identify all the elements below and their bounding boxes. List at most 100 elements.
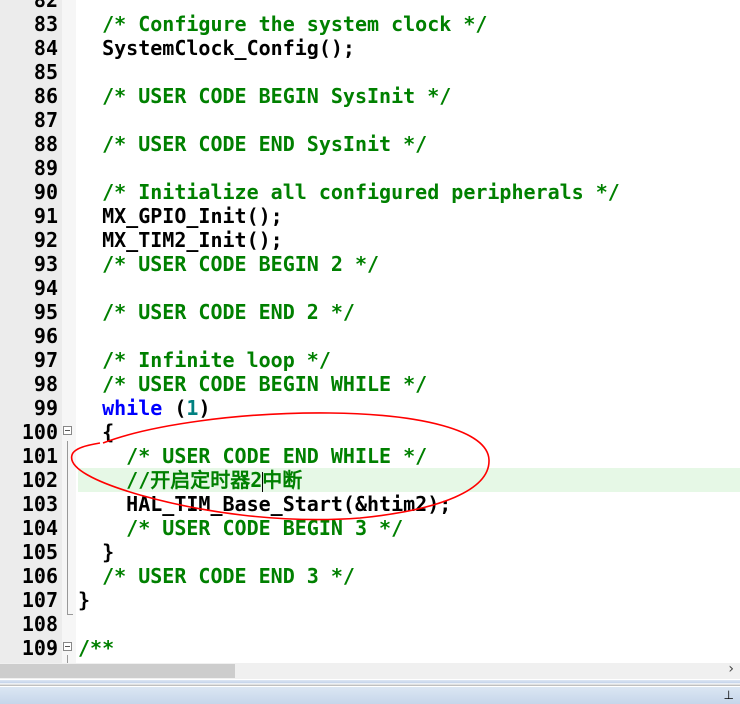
code-text: ​ /* Initialize all configured periphera…	[78, 180, 740, 204]
code-line[interactable]: 84 ​ SystemClock_Config();	[0, 36, 740, 60]
line-number: 104	[21, 516, 58, 540]
code-line[interactable]: 109 ​/**	[0, 636, 740, 660]
line-number: 103	[21, 492, 58, 516]
fold-guide	[67, 441, 68, 607]
line-number: 93	[33, 252, 58, 276]
line-number: 84	[33, 36, 58, 60]
code-text: ​	[78, 612, 740, 636]
code-editor[interactable]: 82​83​ /* Configure the system clock */8…	[0, 0, 740, 663]
line-number: 89	[33, 156, 58, 180]
code-line[interactable]: 108 ​	[0, 612, 740, 636]
line-number: 109	[21, 636, 58, 660]
code-line[interactable]: 88 ​ /* USER CODE END SysInit */	[0, 132, 740, 156]
fold-guide-corner	[67, 614, 73, 615]
token-comment: /* USER CODE END WHILE */	[78, 444, 428, 468]
token-plain: }	[78, 588, 91, 612]
token-plain: {	[78, 420, 115, 444]
code-text: ​ SystemClock_Config();	[78, 36, 740, 60]
line-number: 83	[33, 12, 58, 36]
scrollbar-thumb[interactable]	[0, 664, 235, 678]
bottom-panel-header: ⊥	[0, 687, 740, 704]
code-text: ​ {	[78, 420, 740, 444]
line-number: 98	[33, 372, 58, 396]
code-line[interactable]: 95 ​ /* USER CODE END 2 */	[0, 300, 740, 324]
fold-collapse-icon[interactable]	[63, 642, 72, 651]
token-plain: HAL_TIM_Base_Start(&htim2);	[78, 492, 452, 516]
code-text: ​	[78, 60, 740, 84]
code-line[interactable]: 99 ​ while (1)	[0, 396, 740, 420]
code-line[interactable]: 91 ​ MX_GPIO_Init();	[0, 204, 740, 228]
line-number: 91	[33, 204, 58, 228]
code-line[interactable]: 105 ​ }	[0, 540, 740, 564]
token-comment: /* USER CODE END 2 */	[78, 300, 355, 324]
line-number: 82	[33, 0, 58, 12]
token-comment: /* USER CODE BEGIN WHILE */	[78, 372, 428, 396]
horizontal-scrollbar[interactable]: ›	[0, 661, 740, 679]
code-line[interactable]: 97 ​ /* Infinite loop */	[0, 348, 740, 372]
token-comment: /* USER CODE BEGIN SysInit */	[78, 84, 452, 108]
token-number: 1	[186, 396, 199, 420]
code-text: ​ /* USER CODE BEGIN WHILE */	[78, 372, 740, 396]
token-comment: /* USER CODE BEGIN 3 */	[78, 516, 404, 540]
panel-splitter[interactable]	[0, 680, 740, 686]
line-number: 85	[33, 60, 58, 84]
code-text: ​	[78, 324, 740, 348]
code-text: ​ /* USER CODE BEGIN 3 */	[78, 516, 740, 540]
line-number: 102	[21, 468, 58, 492]
line-number: 92	[33, 228, 58, 252]
code-line[interactable]: 90 ​ /* Initialize all configured periphe…	[0, 180, 740, 204]
code-line[interactable]: 85 ​	[0, 60, 740, 84]
fold-guide	[67, 655, 68, 663]
code-line[interactable]: 107 ​}	[0, 588, 740, 612]
chevron-right-icon[interactable]: ›	[728, 661, 734, 677]
token-comment: //开启定时器2	[78, 468, 263, 492]
code-text: ​ //开启定时器2中断	[78, 468, 740, 492]
code-line[interactable]: 106 ​ /* USER CODE END 3 */	[0, 564, 740, 588]
code-line[interactable]: 102 ​ //开启定时器2中断	[0, 468, 740, 492]
code-line[interactable]: 86 ​ /* USER CODE BEGIN SysInit */	[0, 84, 740, 108]
code-text: ​ /* USER CODE BEGIN SysInit */	[78, 84, 740, 108]
pin-icon[interactable]: ⊥	[724, 688, 734, 702]
token-keyword: while	[78, 396, 163, 420]
code-line[interactable]: 98 ​ /* USER CODE BEGIN WHILE */	[0, 372, 740, 396]
code-line[interactable]: 94 ​	[0, 276, 740, 300]
line-number: 90	[33, 180, 58, 204]
code-text: ​ /* USER CODE END SysInit */	[78, 132, 740, 156]
line-number: 96	[33, 324, 58, 348]
code-text: ​ /* USER CODE END 3 */	[78, 564, 740, 588]
fold-collapse-icon[interactable]	[63, 426, 72, 435]
code-line[interactable]: 87 ​	[0, 108, 740, 132]
code-line[interactable]: 83 ​ /* Configure the system clock */	[0, 12, 740, 36]
line-number: 106	[21, 564, 58, 588]
line-number: 95	[33, 300, 58, 324]
code-line[interactable]: 101 ​ /* USER CODE END WHILE */	[0, 444, 740, 468]
code-text: ​	[78, 0, 740, 12]
token-comment: /* Infinite loop */	[78, 348, 331, 372]
code-text: ​ /* USER CODE END 2 */	[78, 300, 740, 324]
code-text: ​ /* USER CODE END WHILE */	[78, 444, 740, 468]
code-line[interactable]: 103 ​ HAL_TIM_Base_Start(&htim2);	[0, 492, 740, 516]
token-comment: /* Initialize all configured peripherals…	[78, 180, 620, 204]
code-text: ​}	[78, 588, 740, 612]
code-line[interactable]: 100 ​ {	[0, 420, 740, 444]
token-comment: /* USER CODE END 3 */	[78, 564, 355, 588]
code-text: ​ MX_GPIO_Init();	[78, 204, 740, 228]
code-line[interactable]: 92 ​ MX_TIM2_Init();	[0, 228, 740, 252]
token-plain: }	[78, 540, 115, 564]
code-line[interactable]: 104 ​ /* USER CODE BEGIN 3 */	[0, 516, 740, 540]
code-line[interactable]: 93 ​ /* USER CODE BEGIN 2 */	[0, 252, 740, 276]
code-line[interactable]: 96 ​	[0, 324, 740, 348]
line-number: 107	[21, 588, 58, 612]
token-comment: /* USER CODE END SysInit */	[78, 132, 428, 156]
token-plain: )	[198, 396, 211, 420]
code-line[interactable]: 89 ​	[0, 156, 740, 180]
line-number: 94	[33, 276, 58, 300]
line-number: 108	[21, 612, 58, 636]
line-number: 87	[33, 108, 58, 132]
token-plain: MX_GPIO_Init();	[78, 204, 283, 228]
code-text: ​ }	[78, 540, 740, 564]
line-number: 97	[33, 348, 58, 372]
code-line[interactable]: 82 ​	[0, 0, 740, 12]
code-text: ​ /* Infinite loop */	[78, 348, 740, 372]
code-text: ​ while (1)	[78, 396, 740, 420]
